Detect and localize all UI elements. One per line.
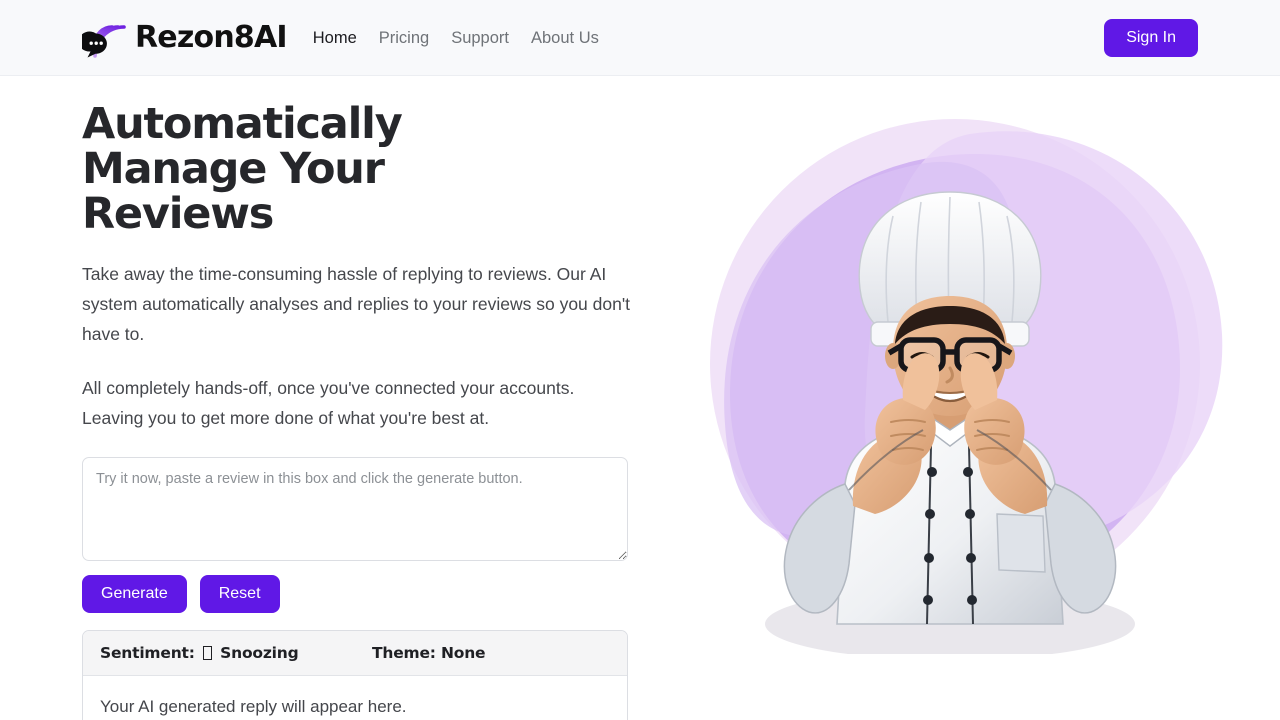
site-header: Rezon8AI Home Pricing Support About Us S… [0,0,1280,76]
chef-figure-icon [765,191,1135,654]
sign-in-button[interactable]: Sign In [1104,18,1198,57]
result-card: Sentiment: Snoozing Theme: None Your AI … [82,629,628,720]
sentiment-label: Sentiment: [100,643,195,662]
theme-value: None [441,643,486,662]
theme-label: Theme: [372,643,436,662]
chef-thumbs-up-illustration [670,94,1230,654]
theme-badge: Theme: None [372,643,486,662]
hero-paragraph-2: All completely hands-off, once you've co… [82,378,575,428]
hero-section: Automatically Manage Your Reviews Take a… [0,76,1280,720]
brand-name: Rezon8AI [135,19,288,55]
hero-image-column [640,76,1280,720]
hero-copy-column: Automatically Manage Your Reviews Take a… [0,76,640,720]
hero-paragraph-1: Take away the time-consuming hassle of r… [82,264,631,344]
demo-button-row: Generate Reset [82,575,640,613]
sentiment-value: Snoozing [220,643,299,662]
nav-item-pricing[interactable]: Pricing [379,30,429,47]
generated-reply-text: Your AI generated reply will appear here… [100,696,407,716]
nav-item-home[interactable]: Home [313,30,357,47]
generate-button[interactable]: Generate [82,575,187,613]
header-actions: Sign In [1104,18,1198,57]
main-nav: Home Pricing Support About Us [313,30,599,47]
nav-item-support[interactable]: Support [451,30,509,47]
sentiment-badge: Sentiment: Snoozing [100,644,372,662]
speech-bubble-signal-icon [82,16,126,60]
page-title: Automatically Manage Your Reviews [82,99,403,239]
result-card-header: Sentiment: Snoozing Theme: None [83,630,627,676]
missing-emoji-glyph-icon [202,645,212,660]
nav-item-about-us[interactable]: About Us [531,30,599,47]
brand-logo[interactable]: Rezon8AI [82,16,288,60]
reset-button[interactable]: Reset [199,575,280,613]
review-input[interactable] [82,457,628,561]
